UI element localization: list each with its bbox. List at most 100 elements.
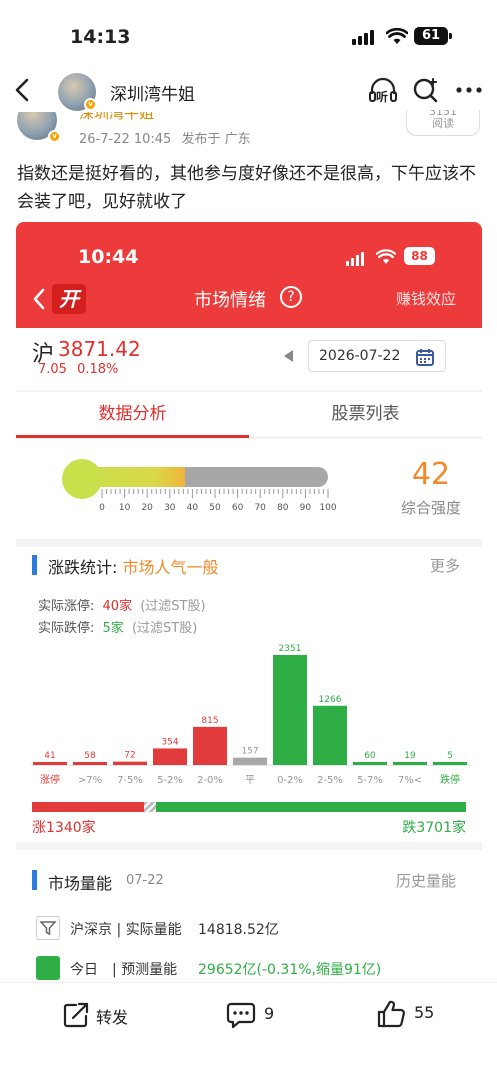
tab-active-indicator [16, 435, 249, 438]
chevron-left-icon[interactable] [14, 78, 30, 102]
volume-row1-label: 沪深京 | 实际量能 [70, 922, 182, 938]
inner-back-icon[interactable] [32, 288, 46, 310]
bar-7 [313, 705, 347, 765]
bar-category-label: 2-0% [197, 775, 223, 786]
nav-bar: v 深圳湾牛姐 听 [0, 72, 497, 112]
bar-2 [113, 761, 147, 765]
inner-status-time: 10:44 [78, 246, 139, 268]
verified-badge-icon: v [84, 98, 97, 111]
index-change-points: 7.05 [38, 362, 67, 377]
gauge-tick-label: 100 [319, 503, 337, 513]
headphone-listen-icon[interactable]: 听 [368, 76, 398, 104]
bar-category-label: >7% [78, 775, 102, 786]
bar-category-label: 涨停 [40, 773, 60, 786]
ratio-down-segment [156, 802, 466, 812]
bar-category-label: 5-7% [357, 775, 383, 786]
ratio-up-segment [32, 802, 144, 812]
bar-0 [33, 762, 67, 765]
updown-card: 涨跌统计: 市场人气一般 更多 实际涨停: 40家 (过滤ST股) 实际跌停: … [16, 547, 482, 842]
gauge-tick-label: 0 [99, 503, 105, 513]
bar-category-label: 7%< [398, 775, 422, 786]
bottom-action-bar: 转发 9 55 [0, 982, 497, 1080]
limit-down-row: 实际跌停: 5家 (过滤ST股) [38, 617, 197, 636]
bar-value-label: 19 [404, 751, 416, 761]
bar-1 [73, 762, 107, 765]
status-time: 14:13 [70, 26, 131, 48]
gauge-card: 0 10 20 30 40 50 60 70 80 90 100 42 综合强度 [16, 439, 482, 539]
gauge-tick-label: 30 [164, 503, 176, 513]
comment-count: 9 [264, 1004, 275, 1023]
post-time: 26-7-22 10:45 发布于 广东 [79, 128, 251, 147]
updown-title-label: 涨跌统计: [48, 558, 118, 577]
gauge-tick-label: 70 [254, 503, 266, 513]
comment-icon [226, 1002, 256, 1029]
index-change: 7.05 0.18% [38, 362, 118, 377]
tab-stock-list[interactable]: 股票列表 [249, 392, 482, 438]
bar-value-label: 58 [84, 751, 96, 761]
volume-section-marker [32, 870, 37, 890]
volume-row1-value: 14818.52亿 [198, 922, 279, 938]
bar-10 [433, 762, 467, 765]
index-value: 3871.42 [58, 337, 141, 361]
gauge-tick-label: 20 [141, 503, 153, 513]
tab-data-analysis[interactable]: 数据分析 [16, 392, 249, 438]
index-change-pct: 0.18% [77, 362, 119, 377]
bar-9 [393, 762, 427, 765]
app-logo: 开 [52, 284, 86, 314]
bar-value-label: 2351 [279, 644, 302, 654]
calendar-icon [416, 349, 434, 366]
embedded-screenshot[interactable]: 10:44 88 开 市场情绪 ? 赚钱效应 沪 3871.42 7.05 0.… [16, 222, 482, 982]
bar-value-label: 60 [364, 751, 376, 761]
more-dots-icon[interactable] [455, 86, 483, 94]
bar-value-label: 354 [161, 737, 178, 747]
wifi-icon [386, 28, 408, 44]
bar-value-label: 72 [124, 751, 135, 761]
volume-row2-sub: | 预测量能 [112, 962, 178, 978]
post-author-name[interactable]: 深圳湾牛姐 [79, 112, 154, 123]
question-circle-icon[interactable]: ? [280, 286, 302, 308]
volume-row2-value: 29652亿(-0.31%,缩量91亿) [198, 962, 382, 978]
bar-value-label: 1266 [319, 695, 342, 705]
limit-up-row: 实际涨停: 40家 (过滤ST股) [38, 595, 206, 614]
updown-mood: 市场人气一般 [122, 558, 219, 577]
bar-category-label: 0-2% [277, 775, 303, 786]
limit-down-label: 实际跌停: [38, 621, 95, 636]
limit-down-note: (过滤ST股) [131, 621, 198, 636]
updown-more[interactable]: 更多 [430, 555, 460, 576]
volume-history[interactable]: 历史量能 [396, 870, 456, 891]
right-link[interactable]: 赚钱效应 [396, 288, 456, 309]
limit-up-label: 实际涨停: [38, 599, 95, 614]
read-label: 阅读 [432, 117, 454, 130]
limit-up-note: (过滤ST股) [140, 599, 206, 614]
tab-bar: 数据分析 股票列表 [16, 392, 482, 438]
bar-3 [153, 748, 187, 765]
nav-title[interactable]: 深圳湾牛姐 [110, 80, 195, 105]
section-marker [32, 555, 37, 575]
bar-value-label: 41 [44, 751, 55, 761]
like-count: 55 [414, 1003, 435, 1022]
like-button[interactable]: 55 [376, 999, 446, 1031]
battery-icon: 61 [414, 27, 452, 45]
cellular-signal-icon [352, 30, 374, 45]
post-verified-badge-icon: v [48, 130, 61, 143]
bar-category-label: 2-5% [317, 775, 343, 786]
post-location: 发布于 广东 [181, 132, 251, 147]
bar-8 [353, 762, 387, 765]
gauge-tick-label: 40 [186, 503, 199, 513]
prev-date-icon[interactable] [284, 350, 293, 362]
share-button[interactable]: 转发 [62, 1001, 152, 1031]
gauge-value: 42 [411, 457, 451, 492]
ratio-bar [32, 802, 466, 812]
search-plus-icon[interactable] [412, 76, 440, 104]
gauge-tick-label: 90 [299, 503, 312, 513]
thumbs-up-icon [377, 1000, 405, 1028]
bar-value-label: 815 [201, 716, 218, 726]
comment-button[interactable]: 9 [226, 1001, 286, 1031]
bar-category-label: 7-5% [117, 775, 143, 786]
post-text: 指数还是挺好看的，其他参与度好像还不是很高，下午应该不会装了吧，见好就收了 [17, 164, 476, 212]
date-picker[interactable]: 2026-07-22 [308, 340, 446, 372]
listen-label: 听 [376, 90, 389, 104]
bar-5 [233, 757, 267, 765]
status-bar: 14:13 61 [0, 0, 497, 72]
gauge-tick-labels: 0 10 20 30 40 50 60 70 80 90 100 [99, 503, 336, 517]
